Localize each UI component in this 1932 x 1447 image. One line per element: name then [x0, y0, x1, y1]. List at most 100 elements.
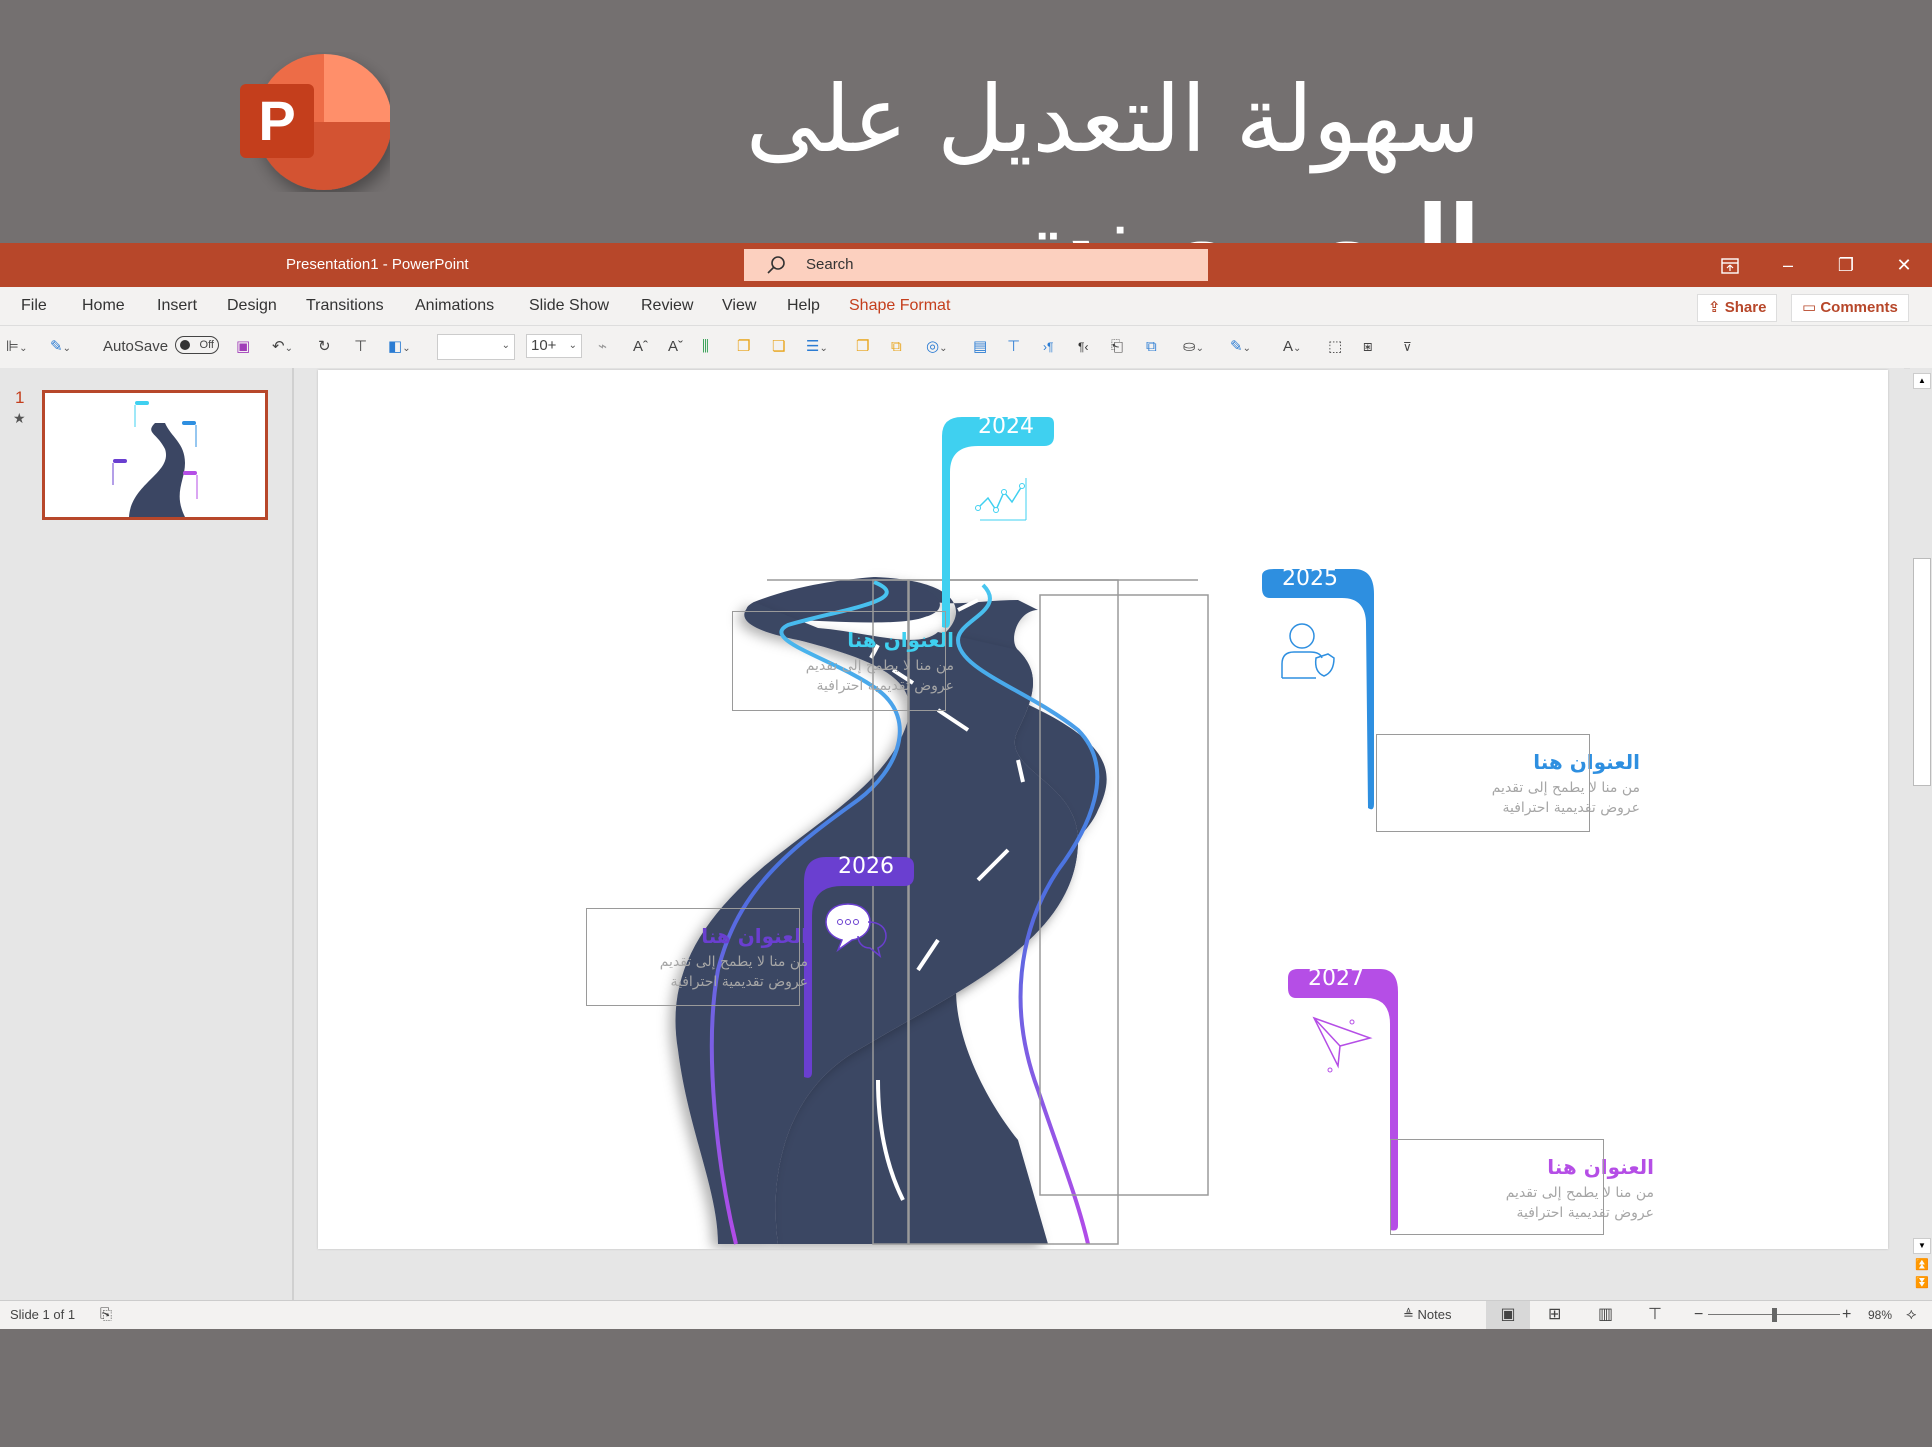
text-box-selection[interactable]: [1390, 1139, 1604, 1235]
customize-toolbar-icon[interactable]: ⊽: [1403, 336, 1412, 358]
layout-icon[interactable]: ▤: [973, 336, 987, 358]
year-card-2027[interactable]: [1284, 964, 1404, 1234]
redo-icon[interactable]: ↻: [318, 336, 331, 358]
autosave-label: AutoSave: [103, 338, 169, 355]
tab-home[interactable]: Home: [82, 287, 125, 325]
text-box-selection[interactable]: [1376, 734, 1590, 832]
tab-transitions[interactable]: Transitions: [306, 287, 384, 325]
paper-plane-icon: [1312, 1016, 1373, 1073]
document-title: Presentation1 - PowerPoint: [286, 256, 469, 273]
crop-icon[interactable]: ⧆: [1363, 336, 1373, 358]
promo-banner: P سهولة التعديل على البوربوينت: [0, 0, 1932, 293]
status-bar: Slide 1 of 1 ⎘ ≜ Notes ▣ ⊞ ▥ ⊤ − + 98% ⟡: [0, 1300, 1932, 1329]
share-button[interactable]: ⇪ Share: [1697, 294, 1778, 322]
year-card-2026[interactable]: [798, 852, 918, 1082]
banner-title: سهولة التعديل على البوربوينت: [440, 60, 1482, 293]
tab-animations[interactable]: Animations: [415, 287, 494, 325]
align-icon[interactable]: ⊫⌄: [6, 336, 27, 358]
fit-to-window-icon[interactable]: ⟡: [1906, 1301, 1917, 1329]
tab-design[interactable]: Design: [227, 287, 277, 325]
autosave-toggle[interactable]: Off: [175, 336, 219, 354]
slideshow-button[interactable]: ⊤: [1648, 1301, 1662, 1329]
rtl-icon[interactable]: ¶‹: [1078, 336, 1088, 358]
align-center-icon[interactable]: ⫼: [702, 336, 709, 358]
autosave-state: Off: [199, 339, 214, 351]
tab-view[interactable]: View: [722, 287, 756, 325]
comments-button[interactable]: ▭ Comments: [1791, 294, 1909, 322]
tab-insert[interactable]: Insert: [157, 287, 197, 325]
present-icon[interactable]: ⊤: [354, 336, 367, 358]
accessibility-check-icon[interactable]: ⎘: [100, 1301, 112, 1329]
zoom-slider-thumb[interactable]: [1772, 1308, 1777, 1322]
chevron-down-icon: ⌄: [501, 340, 510, 351]
user-shield-icon: [1281, 623, 1335, 679]
ribbon-display-icon: [1721, 258, 1739, 274]
undo-icon[interactable]: ↶⌄: [272, 336, 293, 358]
shapes-icon[interactable]: ◎⌄: [926, 336, 947, 358]
tab-review[interactable]: Review: [641, 287, 693, 325]
slide-canvas[interactable]: 2024 العنوان هنا من منا لا يطمح إلى تقدي…: [318, 370, 1888, 1249]
slide-sorter-button[interactable]: ⊞: [1548, 1301, 1561, 1329]
zoom-in-button[interactable]: +: [1842, 1301, 1851, 1329]
next-slide-button[interactable]: ⏬: [1915, 1276, 1929, 1289]
line-chart-icon: [975, 478, 1027, 521]
chevron-down-icon: ⌄: [568, 340, 577, 351]
notes-button[interactable]: ≜ Notes: [1403, 1301, 1451, 1329]
color-fill-icon[interactable]: ◧⌄: [388, 336, 411, 358]
font-size-value: 10+: [531, 337, 557, 354]
close-button[interactable]: ✕: [1876, 243, 1932, 287]
tab-help[interactable]: Help: [787, 287, 820, 325]
year-card-2025[interactable]: [1258, 564, 1378, 814]
scrollbar-thumb[interactable]: [1913, 558, 1931, 786]
previous-slide-button[interactable]: ⏫: [1915, 1258, 1929, 1271]
slide-thumbnail[interactable]: [42, 390, 268, 520]
text-box-selection[interactable]: [732, 611, 946, 711]
draw-icon[interactable]: ✎⌄: [50, 336, 71, 358]
presenter-icon[interactable]: ⊤: [1007, 336, 1020, 358]
select-objects-icon[interactable]: ⬚: [1328, 336, 1342, 358]
slide-indicator: Slide 1 of 1: [10, 1307, 76, 1322]
text-box-selection[interactable]: [586, 908, 800, 1006]
zoom-out-button[interactable]: −: [1694, 1301, 1703, 1329]
thumbnail-preview: [112, 401, 198, 517]
slides-pane: 1 ★: [0, 368, 294, 1300]
notes-label: Notes: [1417, 1307, 1452, 1322]
slide-artwork: [675, 577, 1209, 1245]
tab-shape-format[interactable]: Shape Format: [849, 287, 950, 325]
reading-view-button[interactable]: ▥: [1598, 1301, 1613, 1329]
vertical-scrollbar[interactable]: ▲ ▼ ⏫ ⏬: [1910, 368, 1932, 1300]
maximize-button[interactable]: ❐: [1818, 243, 1874, 287]
scroll-up-button[interactable]: ▲: [1913, 373, 1931, 389]
tab-slide-show[interactable]: Slide Show: [529, 287, 609, 325]
zoom-preview-icon[interactable]: ⧉: [1146, 336, 1157, 358]
scroll-down-button[interactable]: ▼: [1913, 1238, 1931, 1254]
replace-image-icon[interactable]: ⎗: [1111, 336, 1123, 358]
font-color-icon[interactable]: A⌄: [1283, 336, 1301, 358]
zoom-level[interactable]: 98%: [1868, 1301, 1892, 1329]
font-size-select[interactable]: 10+ ⌄: [526, 334, 582, 358]
save-icon[interactable]: ▣: [236, 336, 250, 358]
quick-toolbar: ⊫⌄ ✎⌄ AutoSave Off ▣ ↶⌄ ↻ ⊤ ◧⌄ ⌄ 10+ ⌄ ⌁…: [0, 325, 1932, 369]
search-box[interactable]: Search: [744, 249, 1208, 281]
minimize-button[interactable]: –: [1760, 243, 1816, 287]
group-icon[interactable]: ⧉: [891, 336, 902, 358]
share-icon: ⇪: [1708, 299, 1725, 316]
shape-fill-icon[interactable]: ⛀⌄: [1183, 336, 1204, 358]
bullets-icon[interactable]: ☰⌄: [806, 336, 828, 358]
shape-outline-icon[interactable]: ✎⌄: [1230, 336, 1251, 358]
font-name-select[interactable]: ⌄: [437, 334, 515, 360]
normal-view-button[interactable]: ▣: [1486, 1301, 1530, 1329]
ltr-icon[interactable]: ›¶: [1043, 336, 1053, 358]
year-label: 2025: [1282, 566, 1338, 591]
chat-bubbles-icon: [825, 903, 887, 958]
decrease-font-icon[interactable]: Aˇ: [668, 336, 683, 358]
notes-icon: ≜: [1403, 1307, 1418, 1322]
bring-forward-icon[interactable]: ❐: [737, 336, 750, 358]
increase-font-icon[interactable]: Aˆ: [633, 336, 648, 358]
send-backward-icon[interactable]: ❏: [772, 336, 785, 358]
format-painter-icon[interactable]: ⌁: [598, 336, 607, 358]
year-label: 2024: [978, 414, 1034, 439]
ribbon-display-options-button[interactable]: [1702, 243, 1758, 287]
tab-file[interactable]: File: [21, 287, 47, 325]
arrange-icon[interactable]: ❐: [856, 336, 869, 358]
